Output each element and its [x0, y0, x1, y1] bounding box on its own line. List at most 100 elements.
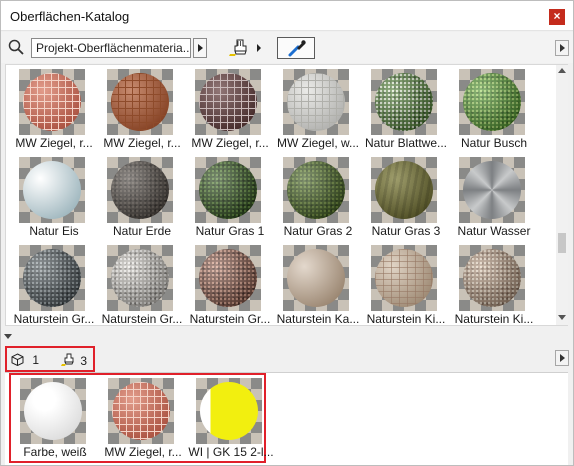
surface-label: Naturstein Gr... — [13, 312, 95, 326]
catalog-grid: MW Ziegel, r... MW Ziegel, r... MW Ziegel,… — [5, 64, 568, 326]
scroll-thumb[interactable] — [558, 233, 566, 253]
window-title: Oberflächen-Katalog — [10, 9, 130, 24]
source-select[interactable]: Projekt-Oberflächenmateria... — [31, 38, 191, 58]
surface-thumbnail — [19, 157, 85, 223]
collapse-arrow-icon[interactable] — [4, 334, 12, 339]
material-sphere-icon — [23, 73, 81, 131]
surface-item[interactable]: Natur Busch — [450, 67, 538, 155]
scroll-up-icon[interactable] — [558, 68, 566, 73]
eyedropper-button[interactable] — [277, 37, 315, 59]
surface-item[interactable]: Naturstein Gr... — [186, 243, 274, 331]
surface-thumbnail — [195, 69, 261, 135]
surface-item[interactable]: Natur Blattwe... — [362, 67, 450, 155]
surface-thumbnail — [19, 69, 85, 135]
surface-label: Natur Busch — [460, 136, 528, 150]
surface-count-value: 3 — [80, 354, 88, 368]
surface-item[interactable]: Natur Gras 2 — [274, 155, 362, 243]
material-sphere-icon — [200, 382, 258, 440]
scroll-down-icon[interactable] — [558, 315, 566, 320]
material-sphere-icon — [375, 249, 433, 307]
info-expand-arrow-icon[interactable] — [555, 350, 569, 366]
surface-thumbnail — [107, 245, 173, 311]
material-sphere-icon — [287, 161, 345, 219]
surface-item[interactable]: Naturstein Ki... — [362, 243, 450, 331]
material-sphere-icon — [23, 249, 81, 307]
surface-thumbnail — [20, 378, 86, 444]
surface-label: Naturstein Ki... — [366, 312, 446, 326]
material-sphere-icon — [375, 73, 433, 131]
surface-item[interactable]: MW Ziegel, r... — [99, 376, 187, 464]
surface-item[interactable]: WI | GK 15 2-l... — [187, 376, 275, 464]
surface-thumbnail — [283, 157, 349, 223]
surface-label: Naturstein Ka... — [276, 312, 360, 326]
selection-info-bar: 1 3 — [5, 346, 95, 372]
brush-menu-arrow-icon[interactable] — [257, 44, 261, 52]
surface-thumbnail — [371, 157, 437, 223]
surface-thumbnail — [459, 157, 525, 223]
surface-label: Naturstein Ki... — [454, 312, 534, 326]
surface-label: Natur Gras 1 — [195, 224, 265, 238]
surface-label: Natur Wasser — [457, 224, 531, 238]
material-sphere-icon — [463, 73, 521, 131]
material-sphere-icon — [199, 161, 257, 219]
surface-thumbnail — [459, 245, 525, 311]
surface-label: Natur Eis — [29, 224, 79, 238]
material-sphere-icon — [463, 161, 521, 219]
surface-item[interactable]: MW Ziegel, w... — [274, 67, 362, 155]
surface-label: MW Ziegel, r... — [15, 136, 93, 150]
surface-item[interactable]: Natur Gras 1 — [186, 155, 274, 243]
surface-item[interactable]: Naturstein Gr... — [10, 243, 98, 331]
surface-label: MW Ziegel, w... — [276, 136, 359, 150]
surface-item[interactable]: MW Ziegel, r... — [186, 67, 274, 155]
surface-thumbnail — [108, 378, 174, 444]
eyedropper-icon — [288, 40, 306, 57]
surface-label: MW Ziegel, r... — [191, 136, 269, 150]
surface-item[interactable]: Natur Erde — [98, 155, 186, 243]
material-sphere-icon — [463, 249, 521, 307]
surface-catalog-window: Oberflächen-Katalog × Projekt-Oberfläche… — [0, 0, 574, 466]
paint-brush-small-icon — [61, 353, 74, 366]
material-sphere-icon — [23, 161, 81, 219]
surface-thumbnail — [107, 69, 173, 135]
surface-item[interactable]: Natur Wasser — [450, 155, 538, 243]
surface-item[interactable]: Farbe, weiß — [11, 376, 99, 464]
surface-item[interactable]: MW Ziegel, r... — [10, 67, 98, 155]
toolbar-expand-arrow-icon[interactable] — [555, 40, 569, 56]
surface-label: Naturstein Gr... — [189, 312, 271, 326]
paint-brush-icon[interactable] — [228, 38, 258, 58]
surface-thumbnail — [195, 245, 261, 311]
title-bar[interactable]: Oberflächen-Katalog × — [1, 1, 573, 31]
surface-item[interactable]: MW Ziegel, r... — [98, 67, 186, 155]
surface-thumbnail — [283, 245, 349, 311]
material-sphere-icon — [24, 382, 82, 440]
material-sphere-icon — [199, 73, 257, 131]
surface-item[interactable]: Natur Gras 3 — [362, 155, 450, 243]
surface-label: Natur Blattwe... — [364, 136, 448, 150]
surface-item[interactable]: Naturstein Ka... — [274, 243, 362, 331]
catalog-scrollbar[interactable] — [556, 65, 568, 325]
surface-thumbnail — [107, 157, 173, 223]
source-next-arrow-icon[interactable] — [193, 38, 207, 58]
surface-label: WI | GK 15 2-l... — [188, 445, 274, 459]
material-sphere-icon — [287, 249, 345, 307]
cube-icon — [11, 353, 24, 367]
material-sphere-icon — [111, 161, 169, 219]
surface-item[interactable]: Naturstein Gr... — [98, 243, 186, 331]
surface-item[interactable]: Natur Eis — [10, 155, 98, 243]
material-sphere-icon — [111, 249, 169, 307]
surface-label: MW Ziegel, r... — [104, 445, 182, 459]
surface-label: Naturstein Gr... — [101, 312, 183, 326]
close-button[interactable]: × — [549, 9, 565, 25]
surface-thumbnail — [195, 157, 261, 223]
object-count: 1 — [11, 353, 39, 369]
surface-item[interactable]: Naturstein Ki... — [450, 243, 538, 331]
surface-thumbnail — [459, 69, 525, 135]
panel-splitter[interactable] — [1, 329, 573, 345]
object-count-value: 1 — [32, 353, 40, 367]
material-sphere-icon — [199, 249, 257, 307]
surface-label: Natur Gras 2 — [283, 224, 353, 238]
surface-thumbnail — [19, 245, 85, 311]
surface-label: Natur Erde — [112, 224, 172, 238]
search-icon[interactable] — [8, 39, 24, 55]
material-sphere-icon — [375, 161, 433, 219]
